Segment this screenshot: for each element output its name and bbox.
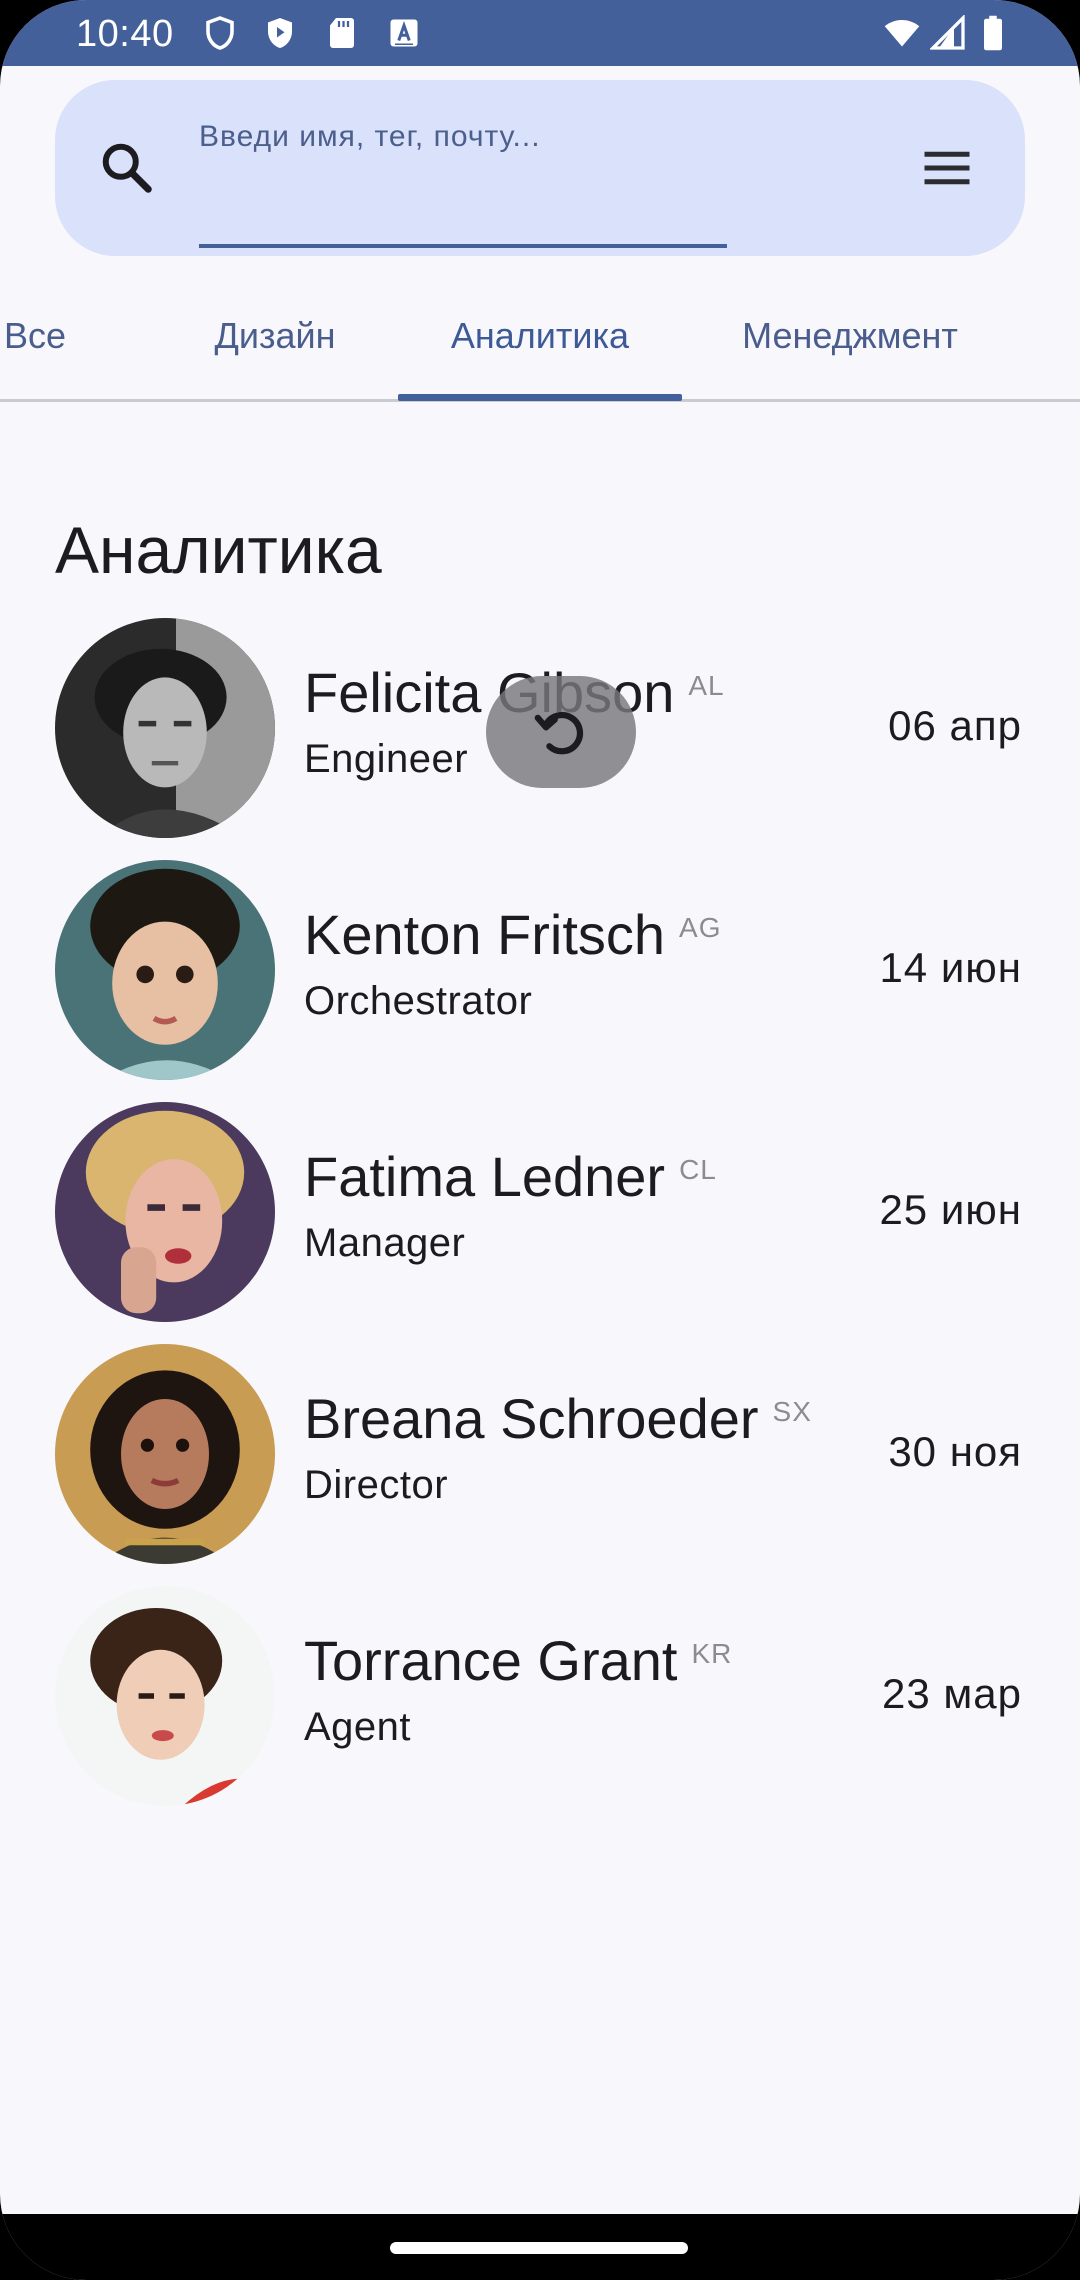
person-code: SX xyxy=(772,1396,812,1427)
battery-icon xyxy=(978,15,1008,51)
list-item[interactable]: Breana Schroeder SX Director 30 ноя xyxy=(0,1340,1080,1582)
search-icon[interactable] xyxy=(97,138,157,198)
refresh-button[interactable] xyxy=(486,676,636,788)
person-date: 30 ноя xyxy=(888,1428,1022,1475)
person-role: Manager xyxy=(304,1221,466,1265)
tab-management[interactable]: Менеджмент xyxy=(700,280,1000,402)
person-role: Orchestrator xyxy=(304,979,533,1023)
person-name-text: Fatima Ledner xyxy=(304,1145,666,1208)
person-code: KR xyxy=(691,1638,733,1669)
person-name: Fatima Ledner CL xyxy=(304,1142,717,1212)
person-name: Kenton Fritsch AG xyxy=(304,900,722,970)
status-time: 10:40 xyxy=(76,13,174,55)
avatar xyxy=(55,1344,275,1564)
person-role: Agent xyxy=(304,1705,412,1749)
tab-active-indicator xyxy=(398,394,682,401)
person-date: 06 апр xyxy=(888,702,1022,749)
person-name-text: Torrance Grant xyxy=(304,1629,678,1692)
tab-analytics[interactable]: Аналитика xyxy=(398,280,682,402)
refresh-icon xyxy=(530,701,592,763)
avatar xyxy=(55,1586,275,1806)
avatar xyxy=(55,860,275,1080)
avatar xyxy=(55,618,275,838)
shield-play-icon xyxy=(262,15,298,51)
home-handle[interactable] xyxy=(390,2242,688,2254)
search-bar[interactable] xyxy=(55,80,1025,256)
person-code: CL xyxy=(679,1154,717,1185)
screen: 10:40 Все xyxy=(0,0,1080,2280)
keyboard-a-icon xyxy=(386,15,422,51)
wifi-icon xyxy=(880,15,924,51)
tab-bar: Все Дизайн Аналитика Менеджмент xyxy=(0,280,1080,402)
section-title: Аналитика xyxy=(55,513,382,587)
person-name: Torrance Grant KR xyxy=(304,1626,732,1696)
tab-all[interactable]: Все xyxy=(0,280,110,402)
person-code: AL xyxy=(688,670,725,701)
shield-outline-icon xyxy=(202,15,238,51)
list-item[interactable]: Kenton Fritsch AG Orchestrator 14 июн xyxy=(0,856,1080,1098)
person-name: Breana Schroeder SX xyxy=(304,1384,812,1454)
people-list: Felicita Gibson AL Engineer 06 апр Kenton… xyxy=(0,614,1080,1824)
signal-icon xyxy=(930,15,966,51)
status-bar: 10:40 xyxy=(0,0,1080,66)
person-role: Engineer xyxy=(304,737,469,781)
search-input-underline xyxy=(199,244,727,248)
person-code: AG xyxy=(679,912,722,943)
person-role: Director xyxy=(304,1463,449,1507)
list-item[interactable]: Fatima Ledner CL Manager 25 июн xyxy=(0,1098,1080,1340)
tab-design[interactable]: Дизайн xyxy=(160,280,390,402)
list-item[interactable]: Torrance Grant KR Agent 23 мар xyxy=(0,1582,1080,1824)
person-name-text: Kenton Fritsch xyxy=(304,903,666,966)
search-input[interactable] xyxy=(199,112,727,202)
person-date: 23 мар xyxy=(882,1670,1022,1717)
avatar xyxy=(55,1102,275,1322)
person-date: 25 июн xyxy=(879,1186,1022,1233)
person-name-text: Breana Schroeder xyxy=(304,1387,759,1450)
sd-card-icon xyxy=(324,15,360,51)
menu-icon[interactable] xyxy=(917,138,977,198)
person-date: 14 июн xyxy=(879,944,1022,991)
